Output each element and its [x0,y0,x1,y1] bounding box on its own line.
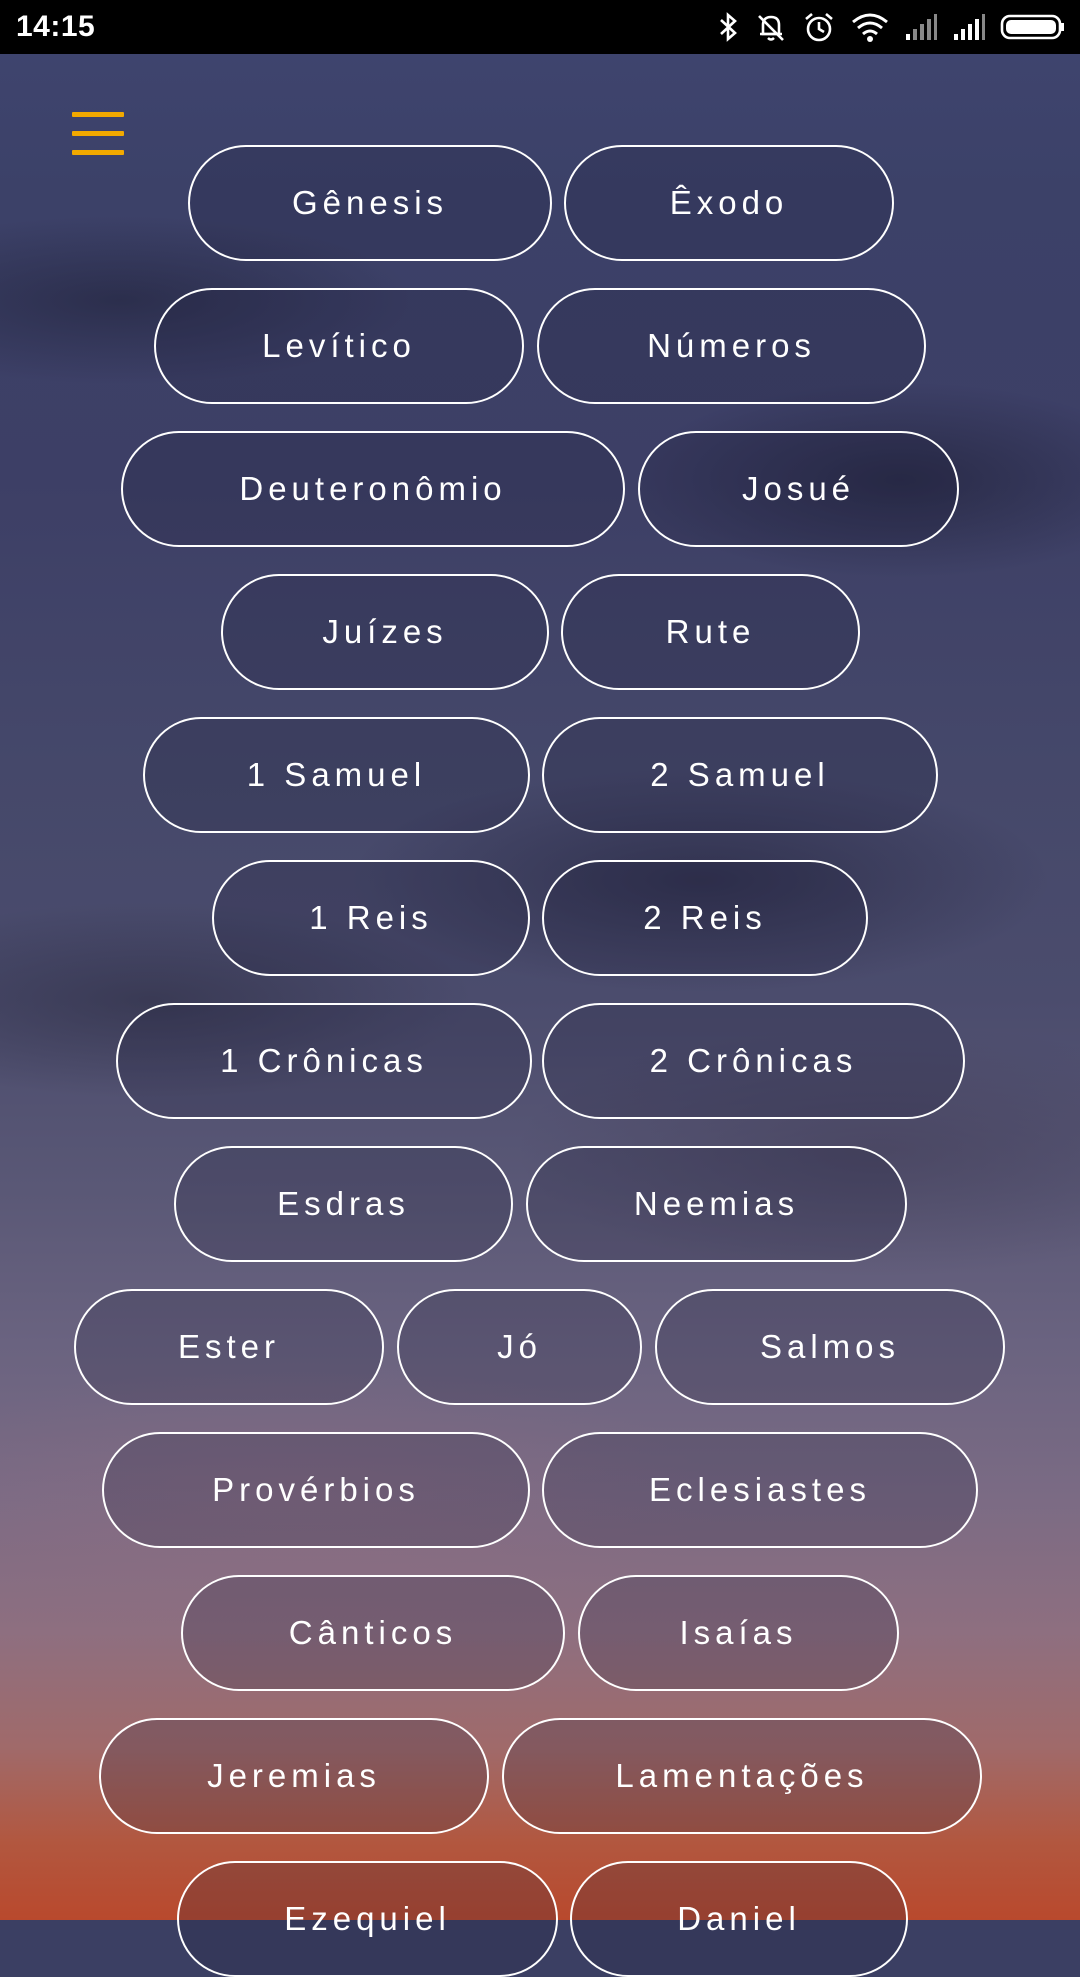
book-button[interactable]: Cânticos [181,1575,565,1691]
book-button[interactable]: Números [537,288,926,404]
status-bar: 14:15 [0,0,1080,54]
book-button[interactable]: 1 Crônicas [116,1003,532,1119]
book-button[interactable]: Daniel [570,1861,908,1977]
book-button[interactable]: 2 Samuel [542,717,938,833]
book-button[interactable]: 1 Reis [212,860,530,976]
book-button[interactable]: Isaías [578,1575,899,1691]
wifi-icon [852,13,888,42]
book-button[interactable]: Deuteronômio [121,431,625,547]
book-button[interactable]: 2 Reis [542,860,868,976]
book-button[interactable]: Lamentações [502,1718,982,1834]
book-button[interactable]: Gênesis [188,145,552,261]
book-button[interactable]: Esdras [174,1146,513,1262]
book-button[interactable]: Juízes [221,574,549,690]
book-button[interactable]: Provérbios [102,1432,530,1548]
status-time: 14:15 [16,10,96,43]
book-button[interactable]: Rute [561,574,860,690]
book-button[interactable]: 1 Samuel [143,717,530,833]
status-icons [718,10,1066,44]
book-button[interactable]: Ezequiel [177,1861,558,1977]
book-button[interactable]: 2 Crônicas [542,1003,965,1119]
book-button[interactable]: Neemias [526,1146,907,1262]
signal-weak-icon [906,14,937,40]
book-button[interactable]: Jó [397,1289,642,1405]
book-button[interactable]: Salmos [655,1289,1005,1405]
book-button[interactable]: Jeremias [99,1718,489,1834]
bluetooth-icon [720,12,737,42]
hamburger-menu-icon[interactable] [72,112,124,156]
book-button[interactable]: Ester [74,1289,384,1405]
book-button[interactable]: Levítico [154,288,524,404]
book-button[interactable]: Josué [638,431,959,547]
vibrate-off-icon [758,15,784,41]
alarm-icon [805,13,833,42]
battery-icon [1000,14,1064,40]
signal-icon [954,14,985,40]
book-button[interactable]: Eclesiastes [542,1432,978,1548]
book-button[interactable]: Êxodo [564,145,894,261]
